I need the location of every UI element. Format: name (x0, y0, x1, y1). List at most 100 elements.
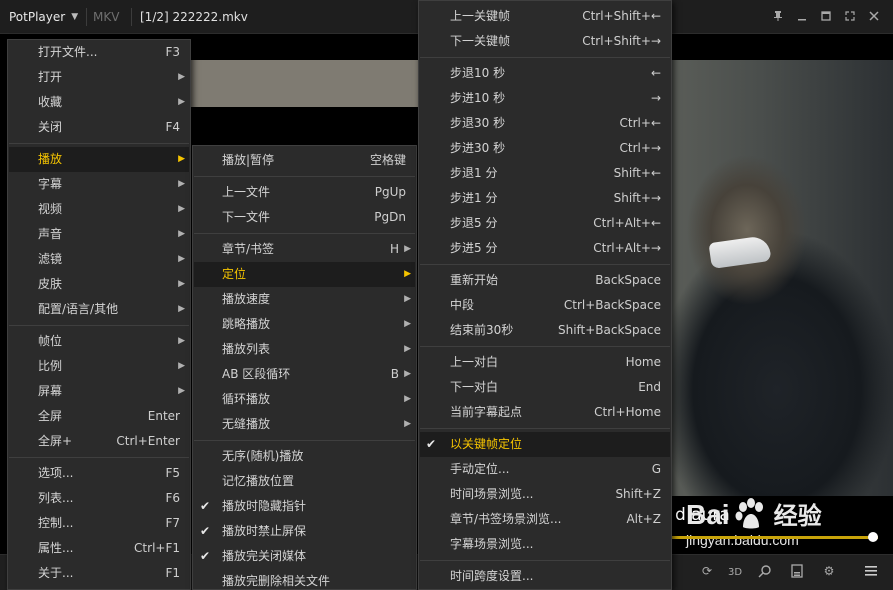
menu-item-shortcut: F4 (165, 120, 180, 134)
seek-menu-item-20[interactable]: 字幕场景浏览... (420, 532, 670, 557)
seek-menu-item-1[interactable]: 下一关键帧 Ctrl+Shift+→ (420, 29, 670, 54)
app-name: PotPlayer (9, 10, 66, 24)
fullscreen-icon[interactable] (842, 8, 858, 24)
format-label: MKV (93, 10, 120, 24)
main-menu-item-11[interactable]: 帧位 ▶ (9, 329, 189, 354)
seek-menu-item-11[interactable]: 中段 Ctrl+BackSpace (420, 293, 670, 318)
menu-item-label: 播放完删除相关文件 (222, 574, 331, 588)
main-menu-item-10[interactable]: 配置/语言/其他 ▶ (9, 297, 189, 322)
seek-handle[interactable] (868, 532, 878, 542)
main-menu-item-19[interactable]: 属性... Ctrl+F1 (9, 536, 189, 561)
seek-menu-item-7[interactable]: 步进1 分 Shift+→ (420, 186, 670, 211)
submenu-arrow-icon: ▶ (178, 72, 185, 82)
seek-menu-item-12[interactable]: 结束前30秒 Shift+BackSpace (420, 318, 670, 343)
play-menu-item-11[interactable]: 无序(随机)播放 (194, 444, 415, 469)
play-menu-item-9[interactable]: 循环播放 ▶ (194, 387, 415, 412)
submenu-arrow-icon: ▶ (404, 344, 411, 354)
play-menu-item-7[interactable]: 播放列表 ▶ (194, 337, 415, 362)
menu-item-shortcut: ← (650, 66, 661, 80)
seek-menu-item-6[interactable]: 步退1 分 Shift+← (420, 161, 670, 186)
seek-menu-item-8[interactable]: 步退5 分 Ctrl+Alt+← (420, 211, 670, 236)
play-menu-item-0[interactable]: 播放|暂停 空格键 (194, 148, 415, 173)
play-menu-item-3[interactable]: 章节/书签 H ▶ (194, 237, 415, 262)
submenu-arrow-icon: ▶ (404, 369, 411, 379)
seek-menu-item-2[interactable]: 步退10 秒 ← (420, 61, 670, 86)
submenu-arrow-icon: ▶ (404, 394, 411, 404)
play-menu-item-2[interactable]: 下一文件 PgDn (194, 205, 415, 230)
main-menu-item-15[interactable]: 全屏+ Ctrl+Enter (9, 429, 189, 454)
seek-menu-item-9[interactable]: 步进5 分 Ctrl+Alt+→ (420, 236, 670, 261)
3d-icon[interactable]: 3D (726, 562, 744, 580)
main-menu-item-7[interactable]: 声音 ▶ (9, 222, 189, 247)
play-menu-item-13[interactable]: ✔ 播放时隐藏指针 (194, 494, 415, 519)
menu-item-shortcut: PgUp (374, 185, 406, 199)
menu-item-label: 播放时禁止屏保 (222, 524, 307, 538)
main-menu-item-1[interactable]: 打开 ▶ (9, 65, 189, 90)
submenu-arrow-icon: ▶ (178, 204, 185, 214)
menu-item-label: 步进5 分 (450, 241, 498, 255)
main-menu-item-20[interactable]: 关于... F1 (9, 561, 189, 586)
menu-item-label: 上一文件 (222, 185, 271, 199)
seek-menu-item-5[interactable]: 步进30 秒 Ctrl+→ (420, 136, 670, 161)
main-menu-item-9[interactable]: 皮肤 ▶ (9, 272, 189, 297)
seek-menu-item-3[interactable]: 步进10 秒 → (420, 86, 670, 111)
menu-icon[interactable] (862, 562, 880, 580)
menu-item-label: 控制... (38, 516, 74, 530)
play-menu-item-12[interactable]: 记忆播放位置 (194, 469, 415, 494)
rotate-icon[interactable]: ⟳ (698, 562, 716, 580)
main-menu-item-3[interactable]: 关闭 F4 (9, 115, 189, 140)
seek-menu-item-19[interactable]: 章节/书签场景浏览... Alt+Z (420, 507, 670, 532)
menu-item-label: 循环播放 (222, 392, 271, 406)
seek-menu-item-10[interactable]: 重新开始 BackSpace (420, 268, 670, 293)
main-menu-item-2[interactable]: 收藏 ▶ (9, 90, 189, 115)
maximize-icon[interactable] (818, 8, 834, 24)
play-menu-item-6[interactable]: 跳略播放 ▶ (194, 312, 415, 337)
gear-icon[interactable]: ⚙ (820, 562, 838, 580)
checkmark-icon: ✔ (200, 549, 211, 563)
seek-menu-item-13[interactable]: 上一对白 Home (420, 350, 670, 375)
main-menu-item-0[interactable]: 打开文件... F3 (9, 40, 189, 65)
seek-menu-item-16[interactable]: ✔ 以关键帧定位 (420, 432, 670, 457)
main-menu-item-4[interactable]: 播放 ▶ (9, 147, 189, 172)
zoom-icon[interactable] (756, 562, 774, 580)
seek-menu-item-18[interactable]: 时间场景浏览... Shift+Z (420, 482, 670, 507)
submenu-arrow-icon: ▶ (404, 244, 411, 254)
seek-menu-item-17[interactable]: 手动定位... G (420, 457, 670, 482)
play-menu-item-1[interactable]: 上一文件 PgUp (194, 180, 415, 205)
main-menu-item-17[interactable]: 列表... F6 (9, 486, 189, 511)
main-menu-item-6[interactable]: 视频 ▶ (9, 197, 189, 222)
main-menu-item-16[interactable]: 选项... F5 (9, 461, 189, 486)
menu-item-label: 播放 (38, 152, 63, 166)
submenu-arrow-icon: ▶ (178, 254, 185, 264)
app-menu-button[interactable]: PotPlayer ▼ (0, 0, 86, 34)
seek-menu-item-15[interactable]: 当前字幕起点 Ctrl+Home (420, 400, 670, 425)
pin-icon[interactable] (770, 8, 786, 24)
main-menu-item-13[interactable]: 屏幕 ▶ (9, 379, 189, 404)
menu-item-shortcut: Ctrl+← (619, 116, 661, 130)
seek-menu-item-21[interactable]: 时间跨度设置... (420, 564, 670, 589)
seek-menu-item-4[interactable]: 步退30 秒 Ctrl+← (420, 111, 670, 136)
subtitle-icon[interactable] (788, 562, 806, 580)
main-menu-item-18[interactable]: 控制... F7 (9, 511, 189, 536)
main-menu-item-12[interactable]: 比例 ▶ (9, 354, 189, 379)
play-menu-item-14[interactable]: ✔ 播放时禁止屏保 (194, 519, 415, 544)
main-menu-item-8[interactable]: 滤镜 ▶ (9, 247, 189, 272)
play-menu-item-5[interactable]: 播放速度 ▶ (194, 287, 415, 312)
play-menu-item-16[interactable]: 播放完删除相关文件 (194, 569, 415, 590)
minimize-icon[interactable] (794, 8, 810, 24)
main-menu-item-14[interactable]: 全屏 Enter (9, 404, 189, 429)
watermark: Bai 经验 jingyan.baidu.com (686, 496, 866, 548)
submenu-arrow-icon: ▶ (404, 419, 411, 429)
menu-item-label: 播放时隐藏指针 (222, 499, 307, 513)
seek-bar[interactable] (672, 536, 878, 539)
play-menu-item-4[interactable]: 定位 ▶ (194, 262, 415, 287)
play-menu-item-8[interactable]: AB 区段循环 B ▶ (194, 362, 415, 387)
play-menu-item-15[interactable]: ✔ 播放完关闭媒体 (194, 544, 415, 569)
seek-menu-item-14[interactable]: 下一对白 End (420, 375, 670, 400)
close-icon[interactable] (866, 8, 882, 24)
seek-menu-item-0[interactable]: 上一关键帧 Ctrl+Shift+← (420, 4, 670, 29)
main-menu-item-5[interactable]: 字幕 ▶ (9, 172, 189, 197)
menu-item-shortcut: F1 (165, 566, 180, 580)
menu-item-shortcut: Ctrl+Shift+→ (582, 34, 661, 48)
play-menu-item-10[interactable]: 无缝播放 ▶ (194, 412, 415, 437)
